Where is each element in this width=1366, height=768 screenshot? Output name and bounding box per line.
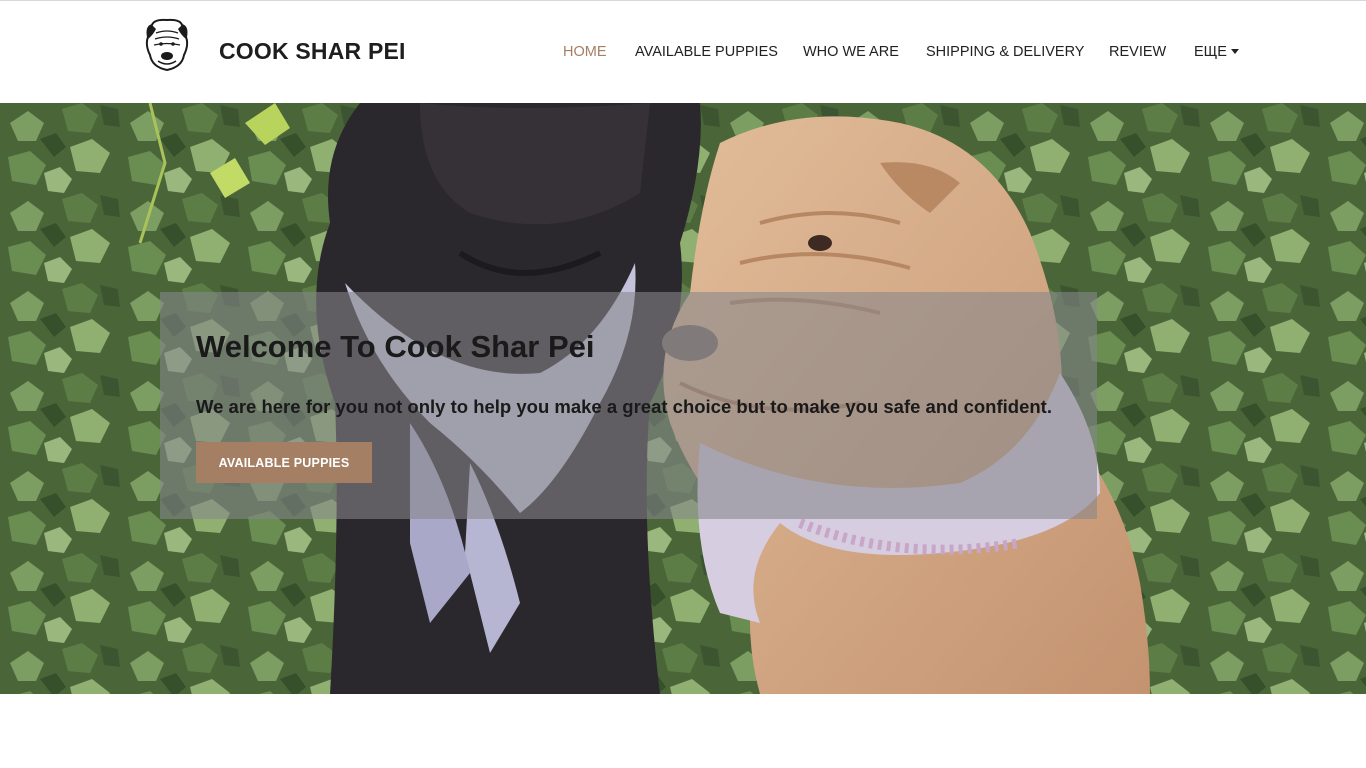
nav-item-review[interactable]: REVIEW (1109, 44, 1166, 60)
site-header: COOK SHAR PEI HOME AVAILABLE PUPPIES WHO… (0, 1, 1366, 103)
main-nav: HOME AVAILABLE PUPPIES WHO WE ARE SHIPPI… (0, 44, 1366, 64)
nav-item-more-label: ЕЩЕ (1194, 44, 1227, 60)
nav-item-who-we-are[interactable]: WHO WE ARE (803, 44, 899, 60)
nav-item-more[interactable]: ЕЩЕ (1194, 44, 1239, 60)
nav-item-home[interactable]: HOME (563, 44, 607, 60)
nav-item-shipping-delivery[interactable]: SHIPPING & DELIVERY (926, 44, 1084, 60)
nav-item-available-puppies[interactable]: AVAILABLE PUPPIES (635, 44, 778, 60)
available-puppies-button[interactable]: AVAILABLE PUPPIES (196, 442, 372, 483)
hero-banner: Welcome To Cook Shar Pei We are here for… (0, 103, 1366, 694)
hero-subtitle: We are here for you not only to help you… (196, 396, 1052, 417)
hero-title: Welcome To Cook Shar Pei (196, 329, 595, 364)
caret-down-icon (1230, 49, 1239, 54)
